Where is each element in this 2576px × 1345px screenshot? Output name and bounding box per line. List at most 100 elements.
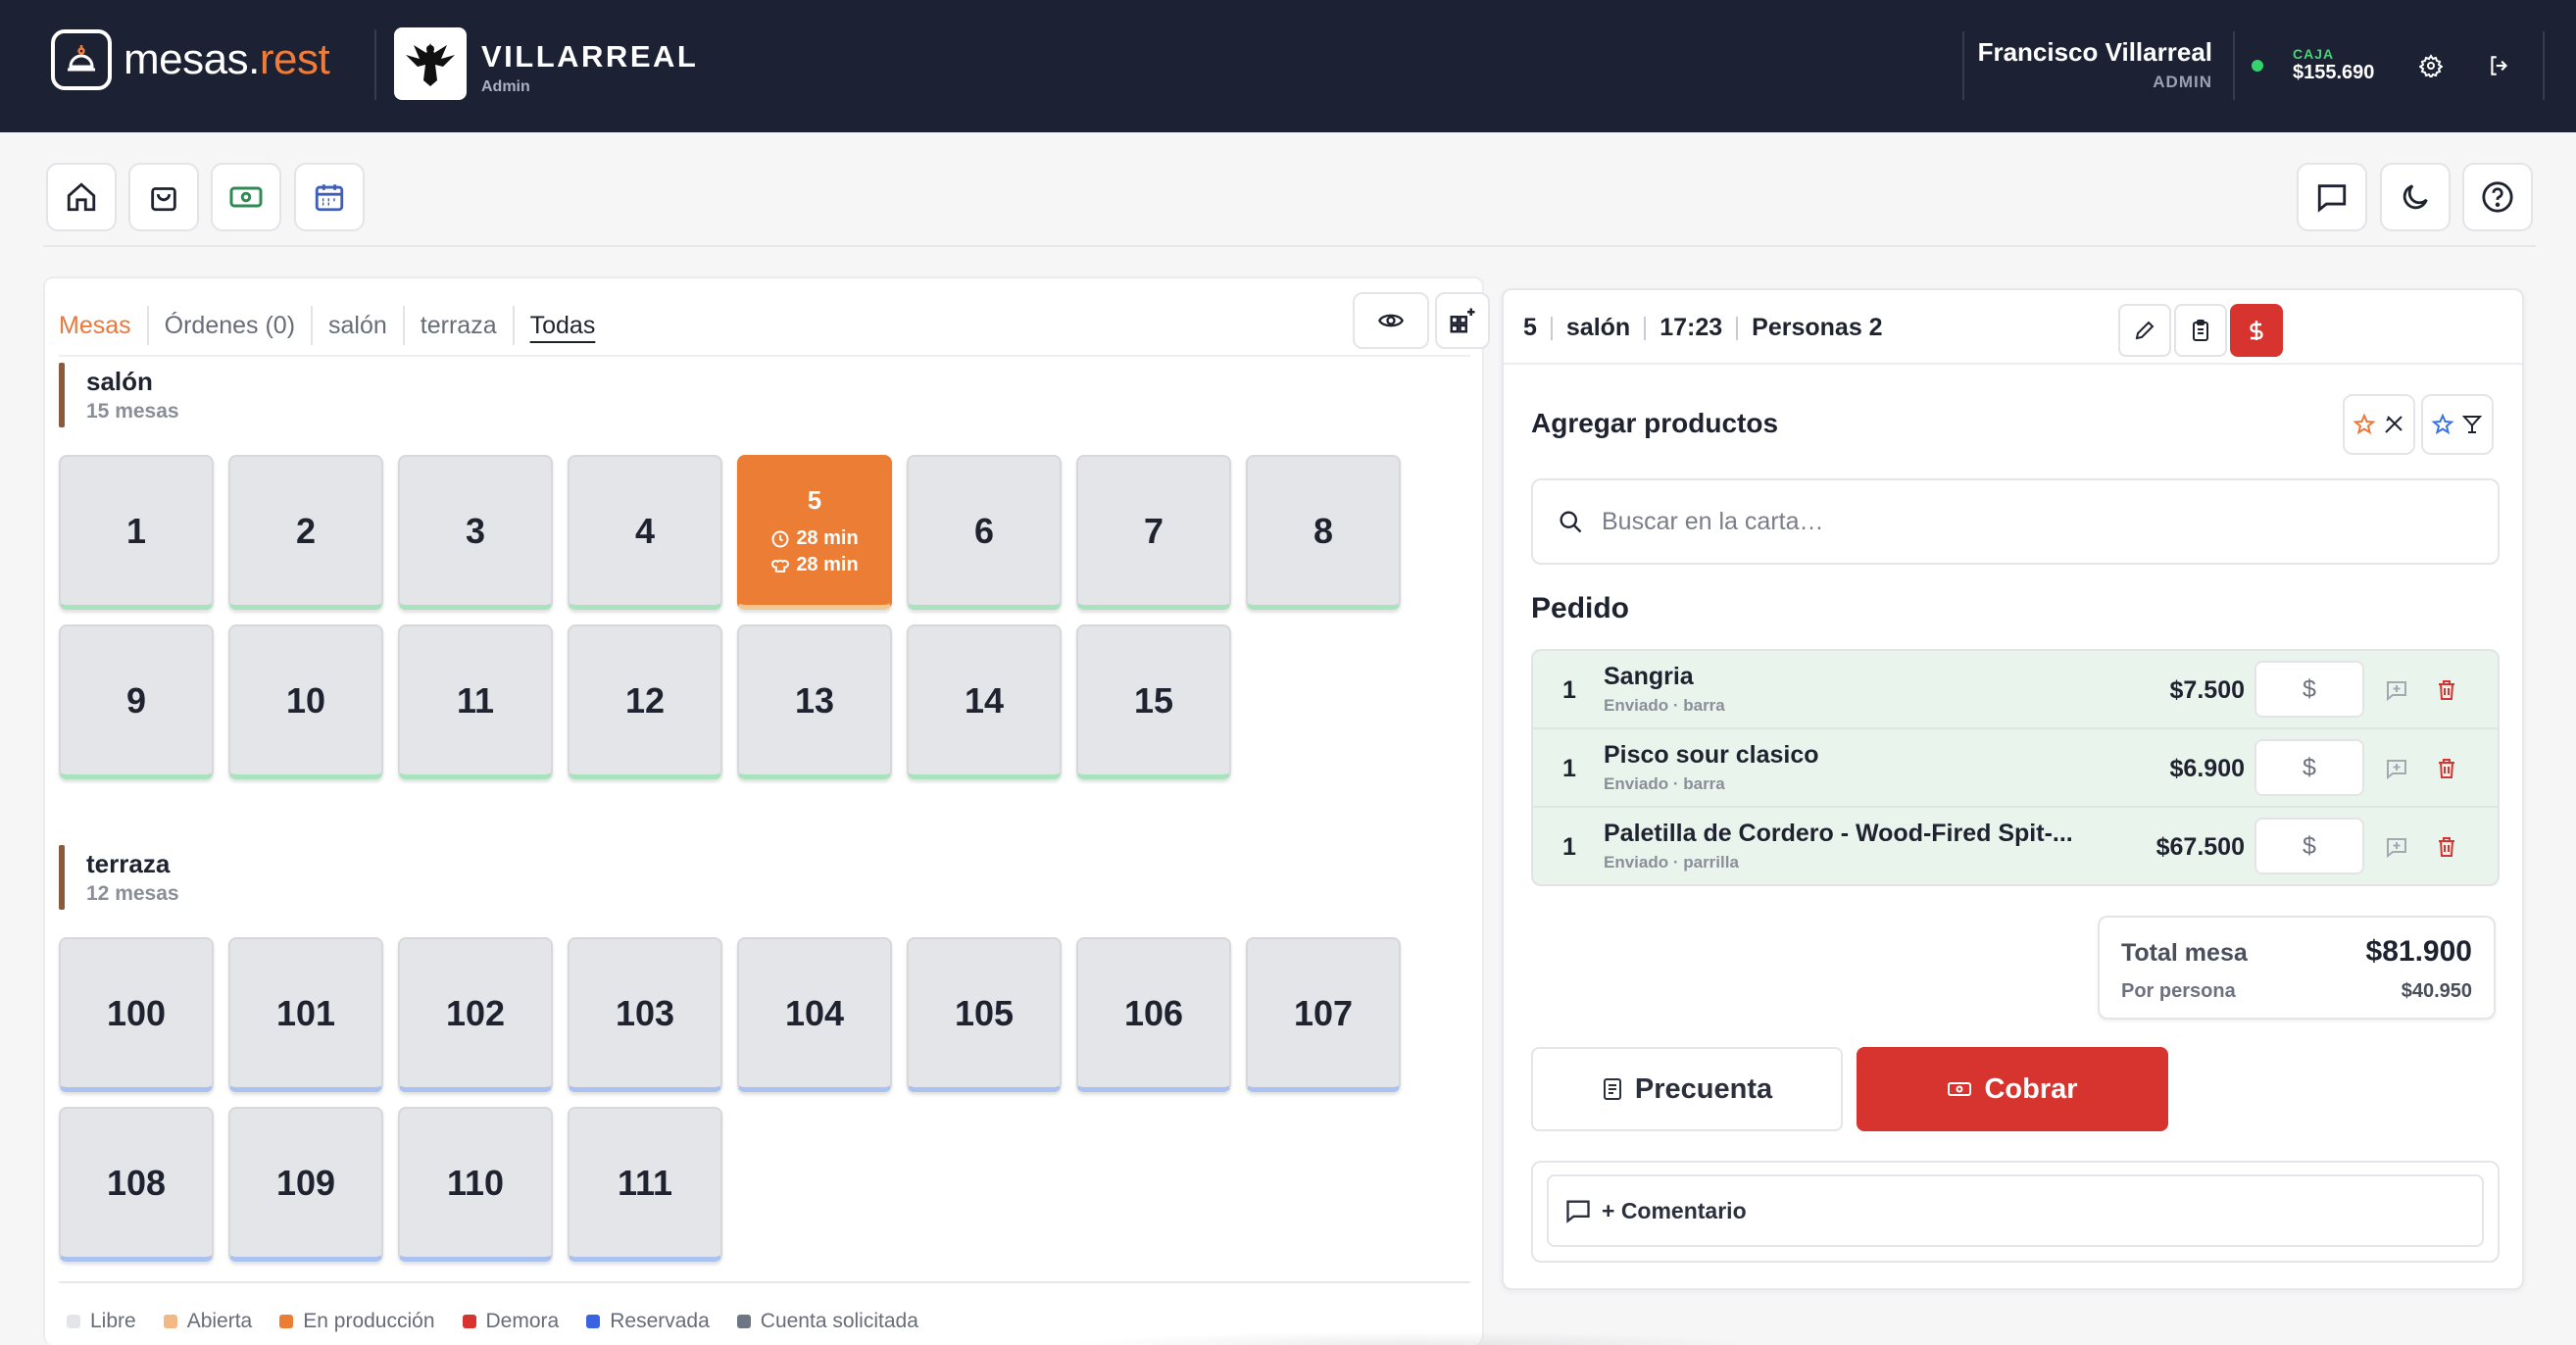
table-tile[interactable]: 104 [737, 937, 892, 1092]
order-item-row[interactable]: 1 Pisco sour clasico Enviado · barra $6.900… [1533, 729, 2498, 808]
table-number: 4 [634, 510, 656, 551]
table-number: 108 [106, 1162, 167, 1203]
moon-icon [2403, 184, 2428, 210]
favorites-food-button[interactable] [2343, 394, 2415, 455]
table-tile[interactable]: 15 [1076, 624, 1231, 779]
user-name: Francisco Villarreal [1977, 37, 2212, 67]
table-tile[interactable]: 8 [1246, 455, 1401, 610]
table-tile[interactable]: 107 [1246, 937, 1401, 1092]
chat-button[interactable] [2297, 163, 2367, 231]
cash-button[interactable] [211, 163, 281, 231]
table-tile[interactable]: 12 [568, 624, 722, 779]
settings-gear-icon[interactable] [2412, 47, 2450, 84]
divider [1962, 31, 1964, 100]
item-price-input[interactable]: $ [2254, 818, 2364, 874]
cobrar-button[interactable]: Cobrar [1857, 1047, 2168, 1131]
table-tile[interactable]: 105 [907, 937, 1062, 1092]
legend-swatch [586, 1315, 601, 1328]
cash-icon [1948, 1082, 1972, 1096]
help-button[interactable] [2462, 163, 2533, 231]
table-tile[interactable]: 9 [59, 624, 214, 779]
calendar-button[interactable] [294, 163, 365, 231]
tab-salon[interactable]: salón [313, 306, 405, 345]
home-button[interactable] [46, 163, 117, 231]
table-tile[interactable]: 3 [398, 455, 553, 610]
table-tile[interactable]: 106 [1076, 937, 1231, 1092]
edit-order-button[interactable] [2118, 304, 2171, 357]
cocktail-icon [2461, 416, 2483, 433]
brand[interactable]: mesas.rest [51, 29, 330, 90]
table-tile[interactable]: 100 [59, 937, 214, 1092]
item-delete-button[interactable] [2433, 676, 2460, 704]
divider [2233, 31, 2235, 100]
add-table-button[interactable] [1435, 292, 1490, 349]
table-number: 14 [964, 679, 1005, 721]
table-tile[interactable]: 111 [568, 1107, 722, 1262]
legend-item: Abierta [163, 1310, 252, 1333]
clipboard-button[interactable] [2174, 304, 2227, 357]
table-tile[interactable]: 10 [228, 624, 383, 779]
table-tile[interactable]: 110 [398, 1107, 553, 1262]
tab-mesas[interactable]: Mesas [59, 306, 149, 345]
favorites-drinks-button[interactable] [2421, 394, 2494, 455]
table-tile[interactable]: 13 [737, 624, 892, 779]
pencil-icon [2135, 321, 2155, 340]
clock-icon [771, 530, 789, 547]
menu-search-input[interactable] [1602, 507, 2484, 536]
table-number: 12 [624, 679, 666, 721]
item-price-input[interactable]: $ [2254, 739, 2364, 796]
per-person-label: Por persona [2121, 980, 2236, 1002]
view-toggle-button[interactable] [1353, 292, 1429, 349]
table-number: 8 [1313, 510, 1334, 551]
order-people: Personas 2 [1752, 314, 1883, 341]
pay-quick-button[interactable] [2230, 304, 2283, 357]
order-item-row[interactable]: 1 Sangria Enviado · barra $7.500 $ [1533, 651, 2498, 729]
order-header-divider [1504, 363, 2522, 365]
table-tile[interactable]: 109 [228, 1107, 383, 1262]
item-status: Enviado · barra [1604, 774, 1725, 793]
precuenta-button[interactable]: Precuenta [1531, 1047, 1843, 1131]
order-items-list: 1 Sangria Enviado · barra $7.500 $1 Pisco sou… [1531, 649, 2500, 886]
table-tile[interactable]: 6 [907, 455, 1062, 610]
table-tile[interactable]: 108 [59, 1107, 214, 1262]
toolbar-divider [43, 245, 2536, 247]
tab-ordenes[interactable]: Órdenes (0) [149, 306, 314, 345]
item-note-button[interactable] [2384, 834, 2409, 860]
table-tile[interactable]: 11 [398, 624, 553, 779]
table-tile-active[interactable]: 5 28 min 28 min [737, 455, 892, 610]
receipt-icon [1603, 1078, 1621, 1100]
order-item-row[interactable]: 1 Paletilla de Cordero - Wood-Fired Spit-… [1533, 808, 2498, 884]
help-icon [2482, 181, 2513, 213]
table-tile[interactable]: 7 [1076, 455, 1231, 610]
menu-search[interactable] [1531, 478, 2500, 565]
table-kitchen-time: 28 min [770, 554, 859, 576]
dark-mode-button[interactable] [2380, 163, 2451, 231]
legend-swatch [67, 1315, 80, 1328]
table-tile[interactable]: 102 [398, 937, 553, 1092]
logout-icon[interactable] [2481, 47, 2518, 84]
item-delete-button[interactable] [2433, 755, 2460, 782]
tab-terraza[interactable]: terraza [405, 306, 515, 345]
restaurant-logo-icon [394, 27, 467, 100]
table-tile[interactable]: 2 [228, 455, 383, 610]
eye-icon [1378, 314, 1404, 327]
tabs-bar: Mesas Órdenes (0) salón terraza Todas [59, 306, 611, 345]
table-tile[interactable]: 14 [907, 624, 1062, 779]
comment-icon [1566, 1200, 1590, 1223]
orders-button[interactable] [128, 163, 199, 231]
divider [2543, 31, 2545, 100]
cash-icon [229, 186, 263, 208]
caja-value: $155.690 [2293, 62, 2375, 83]
table-number: 100 [106, 992, 167, 1033]
item-delete-button[interactable] [2433, 833, 2460, 861]
item-price-input[interactable]: $ [2254, 661, 2364, 718]
table-tile[interactable]: 103 [568, 937, 722, 1092]
table-number: 109 [275, 1162, 336, 1203]
table-tile[interactable]: 4 [568, 455, 722, 610]
table-tile[interactable]: 1 [59, 455, 214, 610]
add-comment-button[interactable]: + Comentario [1547, 1174, 2484, 1247]
item-note-button[interactable] [2384, 756, 2409, 781]
tab-todas[interactable]: Todas [515, 306, 612, 345]
item-note-button[interactable] [2384, 677, 2409, 703]
table-tile[interactable]: 101 [228, 937, 383, 1092]
